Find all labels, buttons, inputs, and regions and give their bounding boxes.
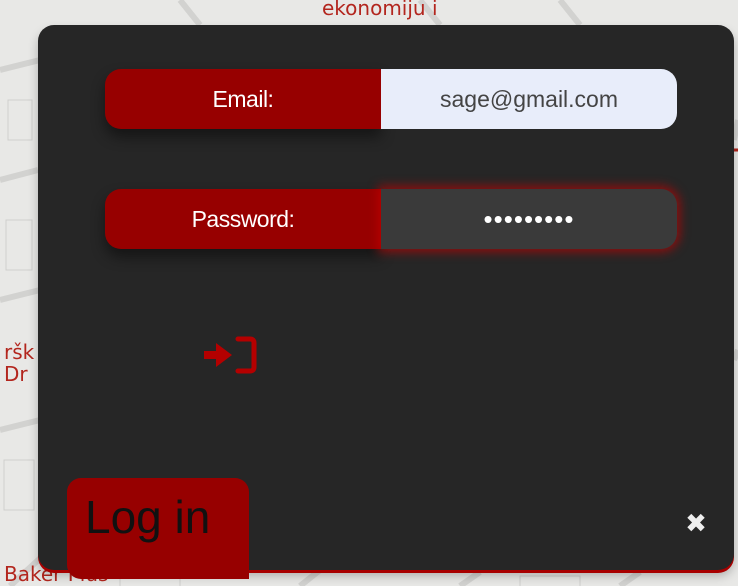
password-field-group: Password:: [105, 189, 677, 249]
email-label: Email:: [105, 69, 381, 129]
map-label: Dr: [4, 362, 28, 386]
password-label: Password:: [105, 189, 381, 249]
email-field-group: Email:: [105, 69, 677, 129]
login-modal: Email: Password: Log in ✖: [38, 25, 734, 579]
close-icon[interactable]: ✖: [681, 508, 711, 538]
map-label: ršk: [4, 340, 35, 364]
map-label: ekonomiju i: [322, 0, 438, 20]
login-tab[interactable]: Log in: [67, 478, 249, 579]
password-input[interactable]: [381, 189, 677, 249]
sign-in-icon[interactable]: [202, 333, 262, 377]
email-input[interactable]: [381, 69, 677, 129]
